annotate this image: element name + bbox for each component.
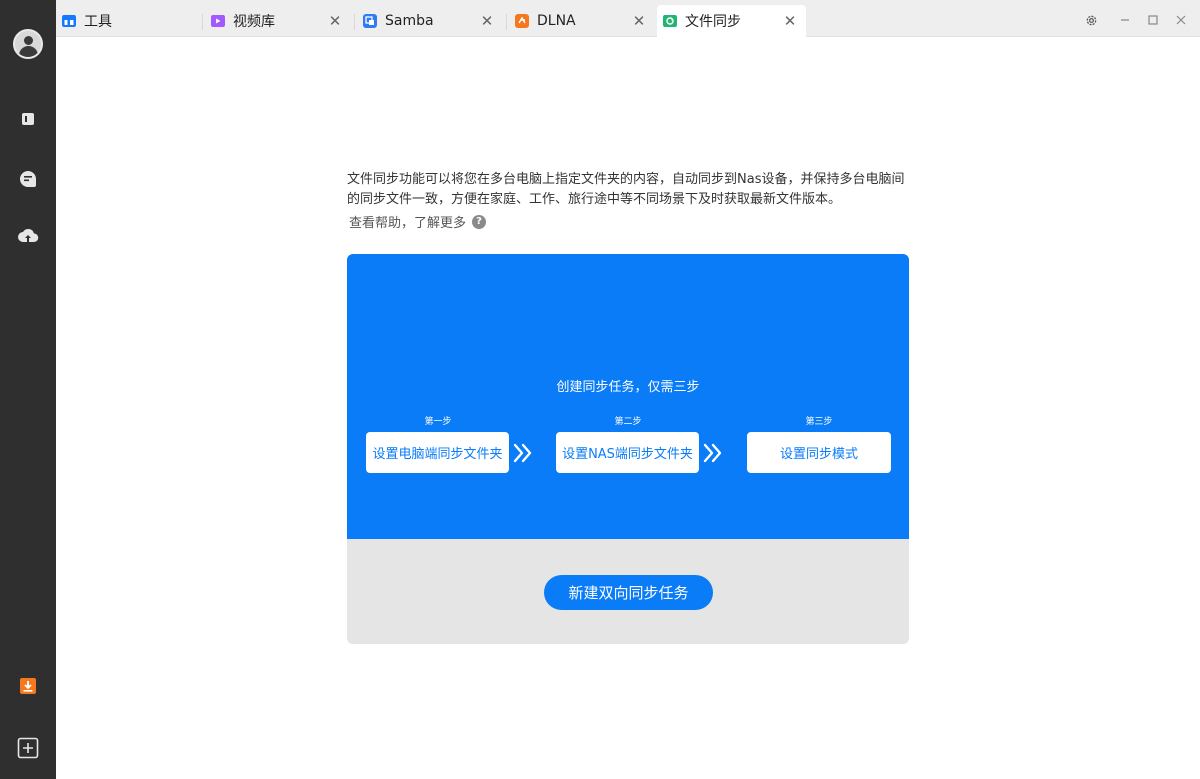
close-icon[interactable]: ✕ [782,12,798,30]
sidebar-cloud-button[interactable] [0,217,56,257]
avatar[interactable] [13,29,43,59]
new-two-way-sync-task-button[interactable]: 新建双向同步任务 [544,575,713,610]
gear-icon [1086,15,1096,25]
tool-store-icon [62,15,76,27]
minimize-button[interactable] [1118,13,1132,27]
tab-divider [202,14,203,30]
message-icon [20,171,36,187]
question-icon: ? [472,214,487,229]
tab-tools[interactable]: 工具 [56,5,196,37]
tab-video-library[interactable]: 视频库 ✕ [205,5,355,37]
tab-bar: 工具 视频库 ✕ Samba ✕ DLNA ✕ 文件同步 ✕ [56,0,1200,37]
tab-label: 工具 [84,14,112,30]
tab-divider [506,14,507,30]
dlna-icon [515,14,529,28]
maximize-button[interactable] [1146,13,1160,27]
step-label: 第一步 [424,417,452,427]
step-computer-folder-button[interactable]: 设置电脑端同步文件夹 [366,432,509,473]
close-icon[interactable]: ✕ [479,12,495,30]
video-library-icon [211,15,225,27]
minimize-icon [1121,19,1129,21]
close-icon [1176,15,1186,25]
download-icon [20,678,36,694]
step-label: 第二步 [614,417,642,427]
sidebar-download-button[interactable] [0,666,56,706]
sidebar [0,0,56,779]
sidebar-device-button[interactable] [0,99,56,139]
app-window: 工具 视频库 ✕ Samba ✕ DLNA ✕ 文件同步 ✕ 文件同步功能可以将… [0,0,1200,779]
tab-dlna[interactable]: DLNA ✕ [509,5,659,37]
close-icon[interactable]: ✕ [631,12,647,30]
steps-title: 创建同步任务，仅需三步 [556,380,700,395]
tab-label: 文件同步 [685,14,741,30]
samba-icon [363,14,377,28]
double-chevron-right-icon [513,443,532,463]
tab-label: Samba [385,13,434,29]
step-sync-mode-button[interactable]: 设置同步模式 [747,432,891,473]
tab-label: 视频库 [233,14,275,30]
settings-icon[interactable] [1084,13,1098,27]
help-link[interactable]: 查看帮助，了解更多 ? [349,212,487,231]
tab-label: DLNA [537,13,576,29]
close-icon[interactable]: ✕ [327,12,343,30]
avatar-head-shape [24,36,33,45]
steps-panel: 创建同步任务，仅需三步 第一步 设置电脑端同步文件夹 第二步 设置NAS端同步文… [347,254,909,539]
close-window-button[interactable] [1174,13,1188,27]
sidebar-message-button[interactable] [0,159,56,199]
description-line: 文件同步功能可以将您在多台电脑上指定文件夹的内容，自动同步到Nas设备，并保持多… [347,172,905,187]
maximize-icon [1148,15,1158,25]
sidebar-add-button[interactable] [0,728,56,768]
add-icon [17,737,39,759]
double-chevron-right-icon [703,443,722,463]
sync-steps-card: 创建同步任务，仅需三步 第一步 设置电脑端同步文件夹 第二步 设置NAS端同步文… [347,254,909,644]
step-label: 第三步 [805,417,833,427]
tab-divider [354,14,355,30]
tab-samba[interactable]: Samba ✕ [357,5,507,37]
device-icon [22,113,34,125]
step-nas-folder-button[interactable]: 设置NAS端同步文件夹 [556,432,699,473]
sync-description: 文件同步功能可以将您在多台电脑上指定文件夹的内容，自动同步到Nas设备，并保持多… [347,170,927,210]
description-line: 的同步文件一致，方便在家庭、工作、旅行途中等不同场景下及时获取最新文件版本。 [347,192,842,207]
help-link-text: 查看帮助，了解更多 [349,216,467,231]
cloud-upload-icon [18,229,39,244]
avatar-body-shape [19,46,38,57]
file-sync-icon [663,15,677,27]
tab-file-sync[interactable]: 文件同步 ✕ [657,5,806,37]
